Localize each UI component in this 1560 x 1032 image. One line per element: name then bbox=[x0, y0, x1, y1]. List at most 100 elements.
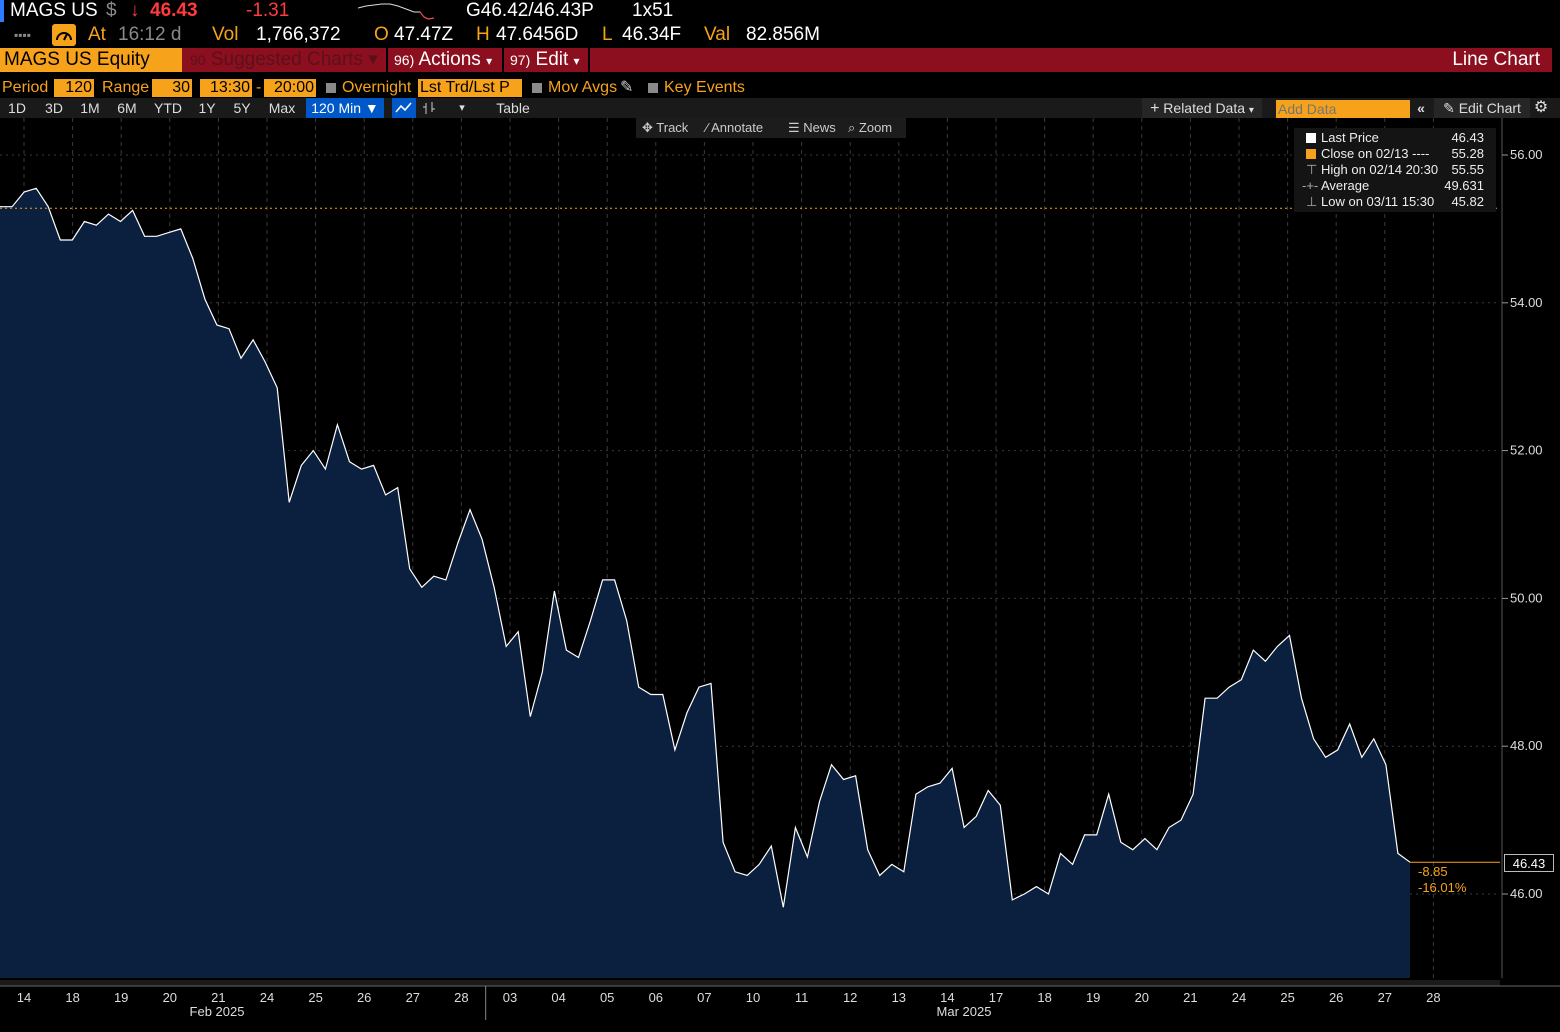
mov-avgs-label: Mov Avgs bbox=[548, 79, 618, 96]
x-tick-label: 12 bbox=[843, 990, 857, 1005]
suggested-charts-button[interactable]: 90 Suggested Charts ▾ bbox=[190, 48, 378, 72]
period-input[interactable]: 120 bbox=[54, 79, 94, 97]
bid-ask-size: 1x51 bbox=[632, 0, 674, 21]
x-tick-label: 11 bbox=[795, 990, 809, 1005]
price-area bbox=[0, 188, 1410, 979]
legend-average: -+- Average 49.631 bbox=[1302, 178, 1484, 193]
chart-tools: ✥ Track ∕ Annotate ☰ News ⌕ Zoom bbox=[636, 118, 906, 138]
chart-type-dropdown-icon[interactable]: ▾ bbox=[452, 98, 472, 118]
x-tick-label: 05 bbox=[600, 990, 614, 1005]
low-value: 46.34F bbox=[622, 24, 682, 45]
x-tick-label: 10 bbox=[746, 990, 760, 1005]
period-1d-button[interactable]: 1D bbox=[4, 98, 30, 118]
chart-type-title: Line Chart bbox=[1452, 49, 1540, 70]
down-arrow-icon: ↓ bbox=[130, 0, 140, 21]
x-tick-label: 14 bbox=[17, 990, 31, 1005]
annotate-tool[interactable]: ∕ Annotate bbox=[706, 118, 763, 138]
gauge-icon[interactable] bbox=[52, 24, 76, 46]
ticker-marker bbox=[0, 0, 4, 22]
x-tick-label: 26 bbox=[357, 990, 371, 1005]
period-3d-button[interactable]: 3D bbox=[40, 98, 68, 118]
quote-time: 16:12 d bbox=[118, 24, 182, 45]
y-tick-label: 54.00 bbox=[1510, 295, 1543, 310]
interval-select[interactable]: 120 Min ▼ bbox=[306, 98, 384, 118]
currency: $ bbox=[106, 0, 117, 21]
mov-avgs-checkbox[interactable] bbox=[532, 83, 542, 93]
dots-icon: ▪▪▪▪ bbox=[14, 28, 32, 42]
y-tick-label: 50.00 bbox=[1510, 590, 1543, 605]
overnight-label: Overnight bbox=[342, 79, 412, 96]
high-marker-icon: ⊤ bbox=[1306, 162, 1318, 177]
actions-button[interactable]: 96) Actions ▾ bbox=[394, 48, 492, 72]
x-axis: 14 18 19 20 21 24 25 26 27 28 03 04 05 06 07 10 11 12 13 14… bbox=[0, 980, 1560, 1020]
x-tick-label: 20 bbox=[1135, 990, 1149, 1005]
last-price-tag: 46.43 bbox=[1504, 854, 1554, 872]
legend-close: Close on 02/13 ---- 55.28 bbox=[1294, 146, 1496, 162]
overnight-checkbox[interactable] bbox=[326, 83, 336, 93]
edit-chart-button[interactable]: ✎ Edit Chart bbox=[1434, 98, 1530, 118]
month-label: Mar 2025 bbox=[937, 1004, 992, 1019]
low-label: L bbox=[602, 24, 613, 45]
add-data-input[interactable] bbox=[1276, 100, 1410, 118]
y-tick-label: 46.00 bbox=[1510, 886, 1543, 901]
x-tick-label: 18 bbox=[1037, 990, 1051, 1005]
open-value: 47.47Z bbox=[394, 24, 454, 45]
high-value: 47.6456D bbox=[496, 24, 579, 45]
legend-high: ⊤ High on 02/14 20:30 55.55 bbox=[1306, 162, 1484, 177]
function-menubar: MAGS US Equity 90 Suggested Charts ▾ 96)… bbox=[0, 48, 1552, 72]
bar-chart-icon[interactable] bbox=[418, 98, 440, 118]
security-field[interactable]: MAGS US Equity bbox=[0, 48, 182, 72]
low-marker-icon: ⊥ bbox=[1306, 194, 1318, 209]
period-6m-button[interactable]: 6M bbox=[112, 98, 142, 118]
start-time-input[interactable]: 13:30 bbox=[200, 79, 252, 97]
period-toolbar: 1D 3D 1M 6M YTD 1Y 5Y Max 120 Min ▼ ▾ Ta… bbox=[0, 98, 1560, 118]
x-tick-label: 03 bbox=[503, 990, 517, 1005]
bid-ask: G46.42/46.43P bbox=[466, 0, 594, 21]
zoom-tool[interactable]: ⌕ Zoom bbox=[848, 118, 892, 138]
pencil-icon[interactable]: ✎ bbox=[620, 78, 633, 98]
last-trade-select[interactable]: Lst Trd/Lst P bbox=[418, 79, 522, 97]
y-tick-label: 52.00 bbox=[1510, 443, 1543, 458]
end-time-input[interactable]: 20:00 bbox=[264, 79, 316, 97]
news-tool[interactable]: ☰ News bbox=[788, 118, 836, 138]
quote-row-1: MAGS US $ ↓ 46.43 -1.31 G46.42/46.43P 1x… bbox=[0, 0, 1560, 22]
high-label: H bbox=[476, 24, 490, 45]
period-1m-button[interactable]: 1M bbox=[76, 98, 104, 118]
traded-value: 82.856M bbox=[746, 24, 820, 45]
key-events-checkbox[interactable] bbox=[648, 83, 658, 93]
period-1y-button[interactable]: 1Y bbox=[194, 98, 220, 118]
period-ytd-button[interactable]: YTD bbox=[150, 98, 186, 118]
range-input[interactable]: 30 bbox=[152, 79, 192, 97]
edit-button[interactable]: 97) Edit ▾ bbox=[510, 48, 580, 72]
at-label: At bbox=[88, 24, 106, 45]
average-marker-icon: -+- bbox=[1302, 178, 1319, 193]
value-label: Val bbox=[704, 24, 731, 45]
period-5y-button[interactable]: 5Y bbox=[228, 98, 256, 118]
x-tick-label: 07 bbox=[697, 990, 711, 1005]
ticker-symbol[interactable]: MAGS US bbox=[10, 0, 98, 22]
gear-icon[interactable]: ⚙ bbox=[1530, 98, 1552, 118]
price-chart[interactable]: 46.00 48.00 50.00 52.00 54.00 56.00 14 18 19 20 2… bbox=[0, 118, 1560, 1032]
menu-divider bbox=[588, 48, 590, 72]
table-button[interactable]: Table bbox=[490, 98, 536, 118]
x-tick-label: 17 bbox=[989, 990, 1003, 1005]
legend-swatch bbox=[1306, 149, 1316, 159]
scrollbar bbox=[0, 980, 1500, 986]
line-chart-icon[interactable] bbox=[392, 98, 416, 118]
x-tick-label: 21 bbox=[211, 990, 225, 1005]
track-tool[interactable]: ✥ Track bbox=[642, 118, 688, 138]
y-tick-label: 48.00 bbox=[1510, 738, 1543, 753]
x-tick-label: 25 bbox=[1280, 990, 1294, 1005]
x-tick-label: 27 bbox=[406, 990, 420, 1005]
related-data-button[interactable]: + Related Data ▾ bbox=[1142, 98, 1262, 118]
x-tick-label: 28 bbox=[454, 990, 468, 1005]
volume-value: 1,766,372 bbox=[256, 24, 341, 45]
change-absolute: -8.85 bbox=[1418, 864, 1448, 879]
period-max-button[interactable]: Max bbox=[264, 98, 300, 118]
x-tick-label: 13 bbox=[892, 990, 906, 1005]
key-events-label: Key Events bbox=[664, 79, 745, 96]
collapse-icon[interactable]: « bbox=[1410, 98, 1432, 118]
menu-divider bbox=[386, 48, 388, 72]
x-tick-label: 27 bbox=[1378, 990, 1392, 1005]
time-dash: - bbox=[256, 79, 262, 96]
